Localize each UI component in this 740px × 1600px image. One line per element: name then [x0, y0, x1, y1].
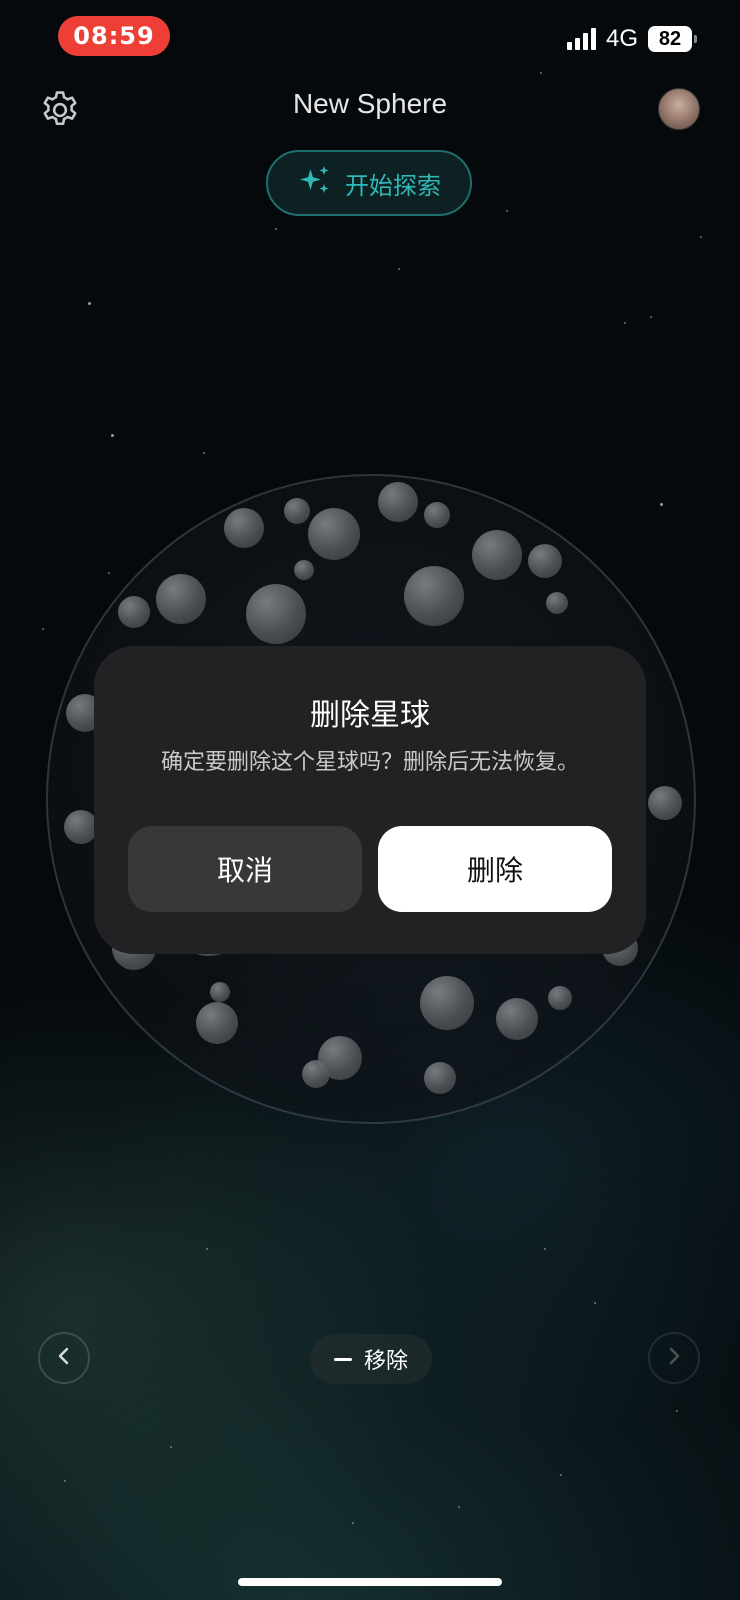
chevron-right-icon	[664, 1346, 684, 1370]
cancel-button[interactable]: 取消	[128, 826, 362, 912]
status-indicators: 4G 82	[566, 22, 697, 56]
avatar[interactable]	[658, 88, 700, 130]
battery-icon: 82	[648, 26, 697, 52]
delete-planet-dialog: 删除星球 确定要删除这个星球吗？删除后无法恢复。 取消 删除	[94, 646, 646, 954]
network-type: 4G	[605, 25, 638, 52]
status-time: 08:59	[58, 16, 170, 56]
start-explore-button[interactable]: 开始探索	[266, 150, 472, 216]
chevron-left-icon	[54, 1346, 74, 1370]
previous-button[interactable]	[38, 1332, 90, 1384]
battery-level: 82	[658, 27, 682, 50]
dialog-message: 确定要删除这个星球吗？删除后无法恢复。	[160, 750, 579, 775]
next-button[interactable]	[648, 1332, 700, 1384]
cellular-signal-icon	[566, 28, 596, 50]
minus-icon	[333, 1357, 352, 1361]
dialog-title: 删除星球	[310, 698, 430, 733]
remove-button[interactable]: 移除	[310, 1334, 432, 1384]
remove-label: 移除	[363, 1349, 408, 1374]
sparkles-icon	[297, 163, 333, 203]
page-title: New Sphere	[292, 88, 448, 119]
delete-button[interactable]: 删除	[378, 826, 612, 912]
start-explore-label: 开始探索	[345, 171, 441, 200]
home-indicator[interactable]	[238, 1578, 502, 1586]
